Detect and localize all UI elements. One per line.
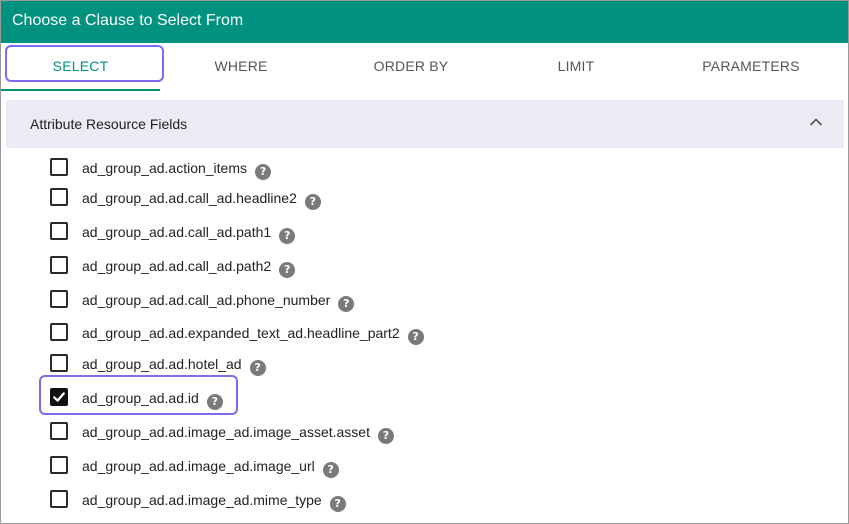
field-label: ad_group_ad.ad.call_ad.path2	[82, 258, 272, 274]
field-row: ad_group_ad.ad.hotel_ad?	[6, 348, 844, 378]
field-label: ad_group_ad.ad.hotel_ad	[82, 356, 242, 372]
field-label: ad_group_ad.ad.image_ad.mime_type	[82, 492, 322, 508]
field-label: ad_group_ad.ad.id	[82, 390, 199, 406]
help-icon[interactable]: ?	[407, 329, 424, 345]
tab-order-by[interactable]: ORDER BY	[322, 43, 500, 89]
field-row: ad_group_ad.ad.id?	[6, 382, 844, 412]
field-label: ad_group_ad.ad.image_ad.image_url	[82, 458, 315, 474]
help-icon[interactable]: ?	[255, 164, 272, 180]
help-icon[interactable]: ?	[279, 262, 296, 278]
field-row: ad_group_ad.ad.call_ad.path2?	[6, 250, 844, 280]
field-label: ad_group_ad.ad.image_ad.image_asset.asse…	[82, 424, 370, 440]
field-checkbox[interactable]	[50, 490, 68, 508]
dialog-title: Choose a Clause to Select From	[1, 1, 848, 43]
tab-limit[interactable]: LIMIT	[500, 43, 652, 89]
field-row: ad_group_ad.ad.image_ad.mime_type?	[6, 484, 844, 514]
clause-tabs: SELECT WHERE ORDER BY LIMIT PARAMETERS	[1, 43, 848, 92]
section-header[interactable]: Attribute Resource Fields	[6, 100, 844, 148]
help-icon[interactable]: ?	[249, 360, 266, 376]
help-icon[interactable]: ?	[279, 228, 296, 244]
field-row: ad_group_ad.ad.image_ad.image_url?	[6, 450, 844, 480]
help-icon[interactable]: ?	[322, 462, 339, 478]
help-icon[interactable]: ?	[206, 394, 223, 410]
field-checkbox[interactable]	[50, 188, 68, 206]
field-checkbox[interactable]	[50, 354, 68, 372]
field-row: ad_group_ad.action_items?	[6, 152, 844, 182]
help-icon[interactable]: ?	[377, 428, 394, 444]
field-checkbox[interactable]	[50, 222, 68, 240]
tab-where[interactable]: WHERE	[160, 43, 322, 89]
field-checkbox[interactable]	[50, 456, 68, 474]
field-checkbox[interactable]	[50, 422, 68, 440]
field-checkbox[interactable]	[50, 323, 68, 341]
help-icon[interactable]: ?	[338, 296, 355, 312]
field-label: ad_group_ad.ad.call_ad.path1	[82, 224, 272, 240]
clause-dialog: Choose a Clause to Select From SELECT WH…	[0, 0, 849, 524]
field-row: ad_group_ad.ad.expanded_text_ad.headline…	[6, 317, 844, 347]
field-row: ad_group_ad.ad.call_ad.phone_number?	[6, 284, 844, 314]
field-label: ad_group_ad.ad.call_ad.headline2	[82, 190, 297, 206]
attribute-fields-panel: Attribute Resource Fields ad_group_ad.ac…	[6, 100, 844, 523]
field-row: ad_group_ad.ad.image_ad.image_asset.asse…	[6, 416, 844, 446]
field-row: ad_group_ad.ad.call_ad.headline2?	[6, 182, 844, 212]
chevron-up-icon[interactable]	[808, 114, 824, 130]
field-checkbox[interactable]	[50, 158, 68, 176]
field-checkbox[interactable]	[50, 290, 68, 308]
section-title: Attribute Resource Fields	[30, 116, 188, 132]
field-label: ad_group_ad.action_items	[82, 160, 248, 176]
help-icon[interactable]: ?	[329, 496, 346, 512]
tab-select[interactable]: SELECT	[1, 43, 160, 89]
field-checkbox-checked[interactable]	[50, 388, 68, 406]
field-checkbox[interactable]	[50, 256, 68, 274]
field-label: ad_group_ad.ad.expanded_text_ad.headline…	[82, 325, 400, 341]
help-icon[interactable]: ?	[304, 194, 321, 210]
active-tab-indicator	[1, 89, 160, 91]
tab-parameters[interactable]: PARAMETERS	[652, 43, 848, 89]
checkmark-icon	[53, 392, 65, 402]
field-row: ad_group_ad.ad.call_ad.path1?	[6, 216, 844, 246]
field-label: ad_group_ad.ad.call_ad.phone_number	[82, 292, 331, 308]
